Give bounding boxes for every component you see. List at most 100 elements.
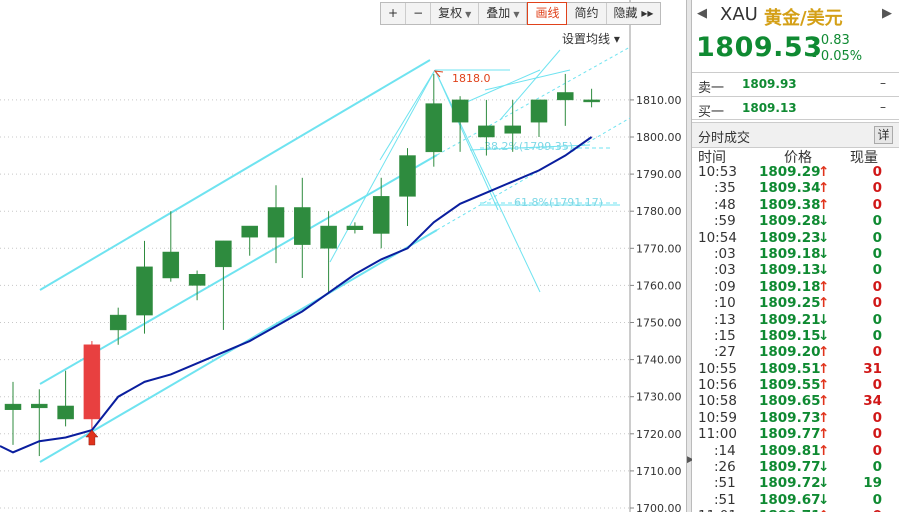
- trade-row: 10:58 1809.65 ↑ 34: [692, 393, 899, 409]
- trade-row: :09 1809.18 ↑ 0: [692, 279, 899, 295]
- trade-time: :51: [714, 475, 736, 492]
- trade-time: :03: [714, 245, 736, 262]
- arrow-up-icon: ↑: [818, 196, 830, 213]
- arrow-up-icon: ↑: [818, 295, 830, 312]
- trade-volume: 0: [872, 245, 882, 262]
- candle-body: [294, 207, 311, 245]
- trade-time: :26: [714, 459, 736, 476]
- y-tick-label: 1780.00: [636, 205, 682, 218]
- toolbar-button-label: 复权: [438, 6, 463, 20]
- chart-area[interactable]: 1810.00 1800.00 1790.00 1780.00 1770.00 1760.…: [0, 0, 686, 512]
- candle-body: [162, 251, 180, 279]
- dropdown-caret-icon: ▼: [465, 10, 472, 19]
- trade-row: 10:59 1809.73 ↑ 0: [692, 410, 899, 426]
- y-tick-label: 1760.00: [636, 279, 682, 292]
- symbol-header: ◀ XAU 黄金/美元 ▶: [692, 4, 899, 29]
- y-tick-label: 1700.00: [636, 502, 682, 512]
- trade-volume: 19: [863, 475, 882, 492]
- toolbar-button-5[interactable]: 简约: [567, 3, 607, 24]
- trade-time: :14: [714, 442, 736, 459]
- dropdown-caret-icon: ▼: [513, 10, 520, 19]
- trade-price: 1809.81: [759, 442, 821, 459]
- trade-price: 1809.77: [759, 459, 821, 476]
- toolbar-button-6[interactable]: 隐藏 ▸▸: [607, 3, 661, 24]
- trades-list[interactable]: 10:53 1809.29 ↑ 0:35 1809.34 ↑ 0:48 1809.38 ↑ 0:5…: [692, 164, 899, 512]
- y-tick-label: 1710.00: [636, 465, 682, 478]
- trade-volume: 0: [872, 213, 882, 230]
- trade-row: 10:54 1809.23 ↓ 0: [692, 230, 899, 246]
- trade-time: 11:01: [698, 508, 737, 512]
- toolbar-button-label: −: [413, 6, 424, 20]
- trade-row: 11:01 1809.71↑ 0: [692, 508, 899, 512]
- trade-time: :48: [714, 196, 736, 213]
- fib-fan-line: [499, 49, 561, 121]
- trade-volume: 0: [872, 164, 882, 180]
- trade-row: 11:00 1809.77 ↑ 0: [692, 426, 899, 442]
- trade-row: :27 1809.20 ↑ 0: [692, 344, 899, 360]
- trade-volume: 0: [872, 377, 882, 394]
- trade-time: 10:55: [698, 360, 737, 377]
- quote-panel: ◀ XAU 黄金/美元 ▶ 1809.53 - 0.83 - 0.05% 卖一 …: [692, 0, 899, 512]
- trade-time: 10:58: [698, 393, 737, 410]
- trade-price: 1809.23: [759, 229, 821, 246]
- toolbar-button-label: 叠加: [486, 6, 511, 20]
- trade-volume: 0: [872, 327, 882, 344]
- detail-button[interactable]: 详: [874, 126, 893, 144]
- prev-symbol-icon[interactable]: ◀: [697, 6, 707, 21]
- trade-row: :10 1809.25 ↑ 0: [692, 295, 899, 311]
- trade-time: :51: [714, 491, 736, 508]
- toolbar-button-label: 隐藏 ▸▸: [613, 6, 654, 20]
- candle-body: [241, 225, 258, 238]
- trade-row: 10:55 1809.51 ↑ 31: [692, 361, 899, 377]
- candle-body: [320, 225, 337, 249]
- candlestick-chart[interactable]: 1810.00 1800.00 1790.00 1780.00 1770.00 1760.…: [0, 0, 686, 512]
- candle-body: [57, 405, 74, 420]
- trade-row: :14 1809.81 ↑ 0: [692, 443, 899, 459]
- trade-time: :15: [714, 327, 736, 344]
- trade-volume: 0: [872, 442, 882, 459]
- trade-price: 1809.51: [759, 360, 821, 377]
- toolbar-button-2[interactable]: 复权 ▼: [431, 3, 480, 24]
- trade-volume: 0: [872, 295, 882, 312]
- y-tick-label: 1730.00: [636, 391, 682, 404]
- trade-row: :13 1809.21 ↓ 0: [692, 312, 899, 328]
- toolbar-button-4[interactable]: 画线: [527, 2, 568, 25]
- arrow-up-icon: ↑: [818, 409, 830, 426]
- price-change: - 0.83: [812, 33, 850, 48]
- arrow-down-icon: ↓: [818, 262, 830, 279]
- trades-header: 分时成交 详: [692, 122, 899, 148]
- toolbar-button-0[interactable]: +: [381, 3, 407, 24]
- trade-price: 1809.67: [759, 491, 821, 508]
- trade-row: 10:53 1809.29 ↑ 0: [692, 164, 899, 180]
- candle-body: [109, 314, 127, 331]
- fib-618-label: 61.8%(1791.17): [514, 196, 603, 209]
- trade-row: :51 1809.72 ↓ 19: [692, 475, 899, 491]
- arrow-down-icon: ↓: [818, 229, 830, 246]
- candle-body: [267, 207, 285, 238]
- toolbar-button-1[interactable]: −: [406, 3, 432, 24]
- ask-volume: –: [880, 76, 886, 90]
- candle-body: [83, 344, 101, 420]
- toolbar-button-3[interactable]: 叠加 ▼: [479, 3, 528, 24]
- arrow-down-icon: ↓: [818, 491, 830, 508]
- trade-row: :59 1809.28 ↓ 0: [692, 213, 899, 229]
- trade-time: :10: [714, 295, 736, 312]
- trade-price: 1809.13: [759, 262, 821, 279]
- trade-price: 1809.20: [759, 344, 821, 361]
- candle-body: [557, 92, 574, 101]
- trade-time: 10:54: [698, 229, 737, 246]
- fib-top-arrow: [433, 70, 444, 78]
- ma-settings-dropdown[interactable]: 设置均线 ▾: [562, 30, 620, 47]
- arrow-up-icon: ↑: [818, 344, 830, 361]
- trade-price: 1809.29: [759, 164, 821, 180]
- trade-price: 1809.25: [759, 295, 821, 312]
- toolbar-button-label: +: [388, 6, 399, 20]
- trade-row: :35 1809.34 ↑ 0: [692, 180, 899, 196]
- trade-volume: 0: [872, 409, 882, 426]
- fib-fan-line: [484, 69, 571, 91]
- next-symbol-icon[interactable]: ▶: [882, 6, 892, 21]
- chart-toolbar: + − 复权 ▼ 叠加 ▼ 画线 简约 隐藏 ▸▸: [380, 2, 662, 25]
- trade-price: 1809.18: [759, 278, 821, 295]
- arrow-down-icon: ↓: [818, 245, 830, 262]
- arrow-up-icon: ↑: [818, 180, 830, 197]
